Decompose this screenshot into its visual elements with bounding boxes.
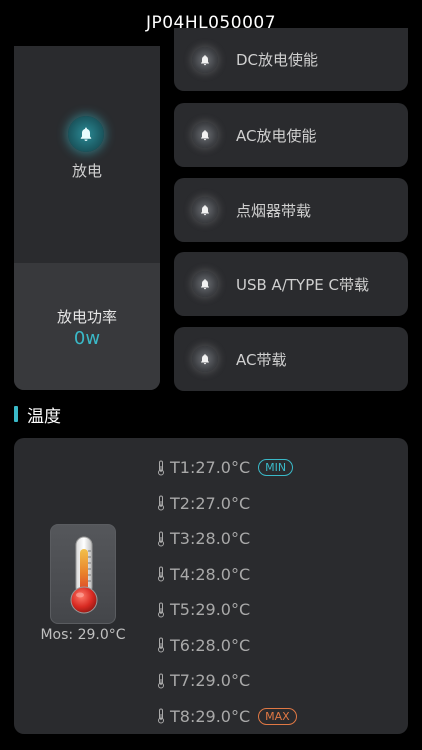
list-item: T4:28.0°C — [156, 557, 396, 593]
temperature-reading: T6:28.0°C — [170, 635, 251, 655]
switch-ac-load[interactable]: AC带载 — [174, 327, 408, 391]
discharge-toggle-area[interactable]: 放电 — [14, 46, 160, 263]
thermometer-small-icon — [158, 531, 164, 547]
list-item: T6:28.0°C — [156, 628, 396, 664]
temperature-reading: T2:27.0°C — [170, 493, 251, 513]
bell-icon — [192, 46, 218, 73]
temperature-reading: T1:27.0°C — [170, 458, 251, 478]
max-badge: MAX — [258, 707, 297, 725]
discharge-bell-icon[interactable] — [68, 116, 104, 152]
thermometer-small-icon — [158, 566, 164, 582]
temperature-reading: T5:29.0°C — [170, 600, 251, 620]
mos-temperature: Mos: 29.0°C — [40, 627, 126, 643]
list-item: T8:29.0°C MAX — [156, 699, 396, 735]
discharge-power-value: 0w — [73, 328, 101, 349]
list-item: T2:27.0°C — [156, 486, 396, 522]
switch-usb-typec[interactable]: USB A/TYPE C带载 — [174, 252, 408, 316]
list-item: T1:27.0°C MIN — [156, 450, 396, 486]
temperature-reading: T4:28.0°C — [170, 564, 251, 584]
discharge-card: 放电 放电功率 0w — [14, 46, 160, 390]
temperature-reading: T3:28.0°C — [170, 529, 251, 549]
list-item: T5:29.0°C — [156, 592, 396, 628]
thermometer-small-icon — [158, 495, 164, 511]
min-badge: MIN — [258, 459, 294, 477]
discharge-power-label: 放电功率 — [56, 308, 117, 326]
thermometer-small-icon — [158, 602, 164, 618]
bell-icon — [192, 122, 218, 148]
switch-dc-discharge[interactable]: DC放电使能 — [174, 28, 408, 91]
switch-label: DC放电使能 — [236, 51, 319, 69]
bell-icon — [192, 197, 218, 223]
switch-label: AC带载 — [236, 350, 287, 369]
switch-label: USB A/TYPE C带载 — [236, 275, 369, 294]
bell-icon — [192, 271, 218, 297]
temperature-section-title: 温度 — [27, 406, 61, 427]
discharge-label: 放电 — [71, 162, 102, 180]
list-item: T7:29.0°C — [156, 663, 396, 699]
thermometer-small-icon — [158, 637, 164, 653]
thermometer-small-icon — [158, 673, 164, 689]
switch-ac-discharge[interactable]: AC放电使能 — [174, 103, 408, 167]
temperature-reading: T8:29.0°C — [170, 706, 251, 726]
temperature-list: T1:27.0°C MIN T2:27.0°C T3:28.0°C T4:28.… — [156, 450, 396, 734]
temperature-card: Mos: 29.0°C T1:27.0°C MIN T2:27.0°C T3:2… — [14, 438, 408, 734]
switch-label: 点烟器带载 — [236, 201, 312, 220]
list-item: T3:28.0°C — [156, 521, 396, 557]
thermometer-small-icon — [158, 460, 164, 476]
thermometer-icon — [50, 524, 116, 624]
temperature-section-header: 温度 — [14, 404, 61, 427]
temperature-reading: T7:29.0°C — [170, 671, 251, 691]
switch-cigarette-lighter[interactable]: 点烟器带载 — [174, 178, 408, 242]
switch-label: AC放电使能 — [236, 126, 317, 145]
thermometer-small-icon — [158, 708, 164, 724]
section-accent-bar — [14, 406, 18, 422]
bell-icon — [192, 346, 218, 372]
